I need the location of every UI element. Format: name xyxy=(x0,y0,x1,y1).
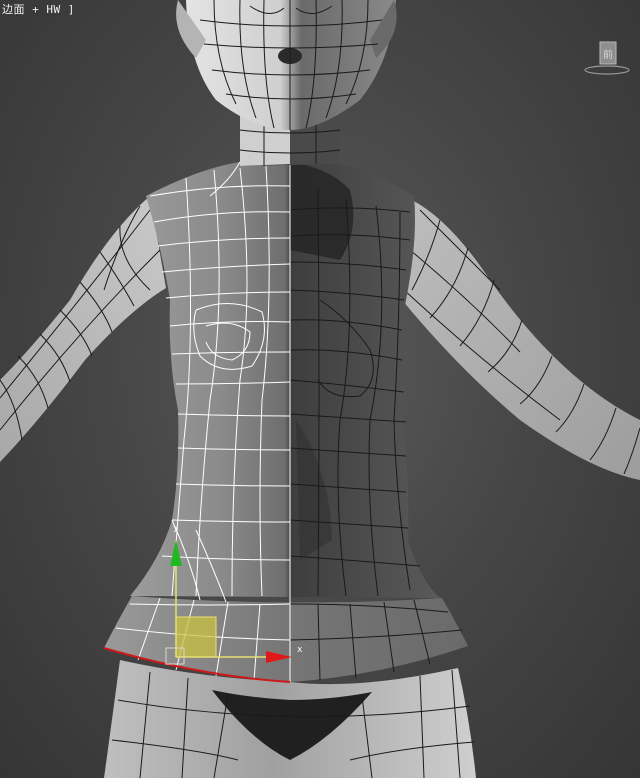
left-arm-mesh[interactable] xyxy=(0,196,166,462)
gizmo-xy-plane[interactable] xyxy=(175,616,217,658)
model-scene[interactable]: y x xyxy=(0,0,640,778)
right-arm-mesh[interactable] xyxy=(402,200,640,480)
head-mesh[interactable] xyxy=(176,0,397,130)
3d-viewport[interactable]: 边面 + HW ] 前 y x xyxy=(0,0,640,778)
gizmo-y-label[interactable]: y xyxy=(173,523,179,533)
gizmo-x-label[interactable]: x xyxy=(297,645,303,655)
